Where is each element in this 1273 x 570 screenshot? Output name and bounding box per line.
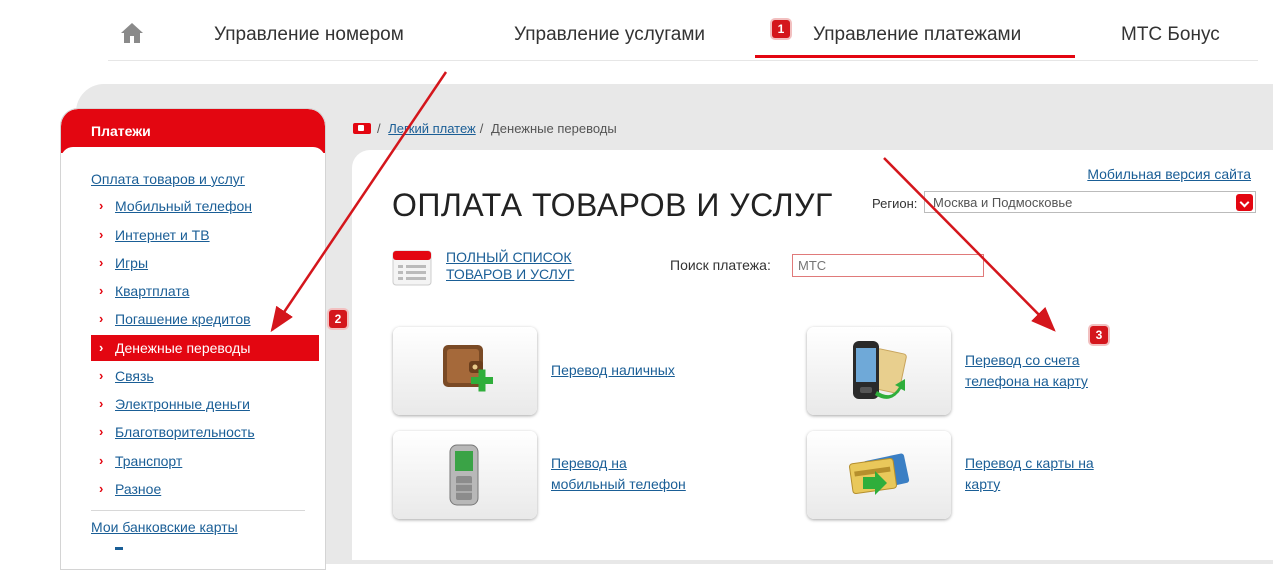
sidebar-next-item-fragment — [115, 547, 123, 550]
sidebar-item-internet-tv[interactable]: › Интернет и ТВ — [91, 222, 319, 248]
phone-to-card-icon — [853, 341, 907, 399]
mobile-version-link[interactable]: Мобильная версия сайта — [1087, 166, 1251, 182]
chevron-right-icon: › — [99, 396, 104, 411]
nav-services-management[interactable]: Управление услугами — [514, 24, 705, 46]
sidebar-item-misc[interactable]: › Разное — [91, 476, 319, 502]
sidebar-item-games[interactable]: › Игры — [91, 250, 319, 276]
main-panel: Мобильная версия сайта ОПЛАТА ТОВАРОВ И … — [352, 150, 1273, 560]
breadcrumb: / Легкий платеж / Денежные переводы — [353, 121, 617, 136]
sidebar-item-mobile[interactable]: › Мобильный телефон — [91, 193, 319, 219]
region-label: Регион: — [872, 196, 918, 211]
sidebar-divider — [91, 510, 305, 511]
step-badge-2: 2 — [329, 310, 347, 328]
nav-payments-management[interactable]: Управление платежами — [813, 24, 1021, 46]
link-cash-transfer[interactable]: Перевод наличных — [551, 360, 675, 381]
chevron-down-icon[interactable] — [1236, 194, 1253, 211]
region-select[interactable]: Москва и Подмосковье — [924, 191, 1256, 213]
sidebar-item-communication[interactable]: › Связь — [91, 363, 319, 389]
chevron-right-icon: › — [99, 311, 104, 326]
sidebar-item-money-transfers[interactable]: › Денежные переводы — [91, 335, 319, 361]
chevron-right-icon: › — [99, 368, 104, 383]
home-icon[interactable] — [120, 22, 144, 44]
chevron-right-icon: › — [99, 453, 104, 468]
chevron-right-icon: › — [99, 227, 104, 242]
chevron-right-icon: › — [99, 424, 104, 439]
link-phone-to-card[interactable]: Перевод со счета телефона на карту — [965, 350, 1088, 392]
page-title: ОПЛАТА ТОВАРОВ И УСЛУГ — [392, 187, 833, 223]
breadcrumb-current: Денежные переводы — [490, 121, 617, 136]
nav-number-management[interactable]: Управление номером — [214, 24, 404, 46]
top-nav: Управление номером Управление услугами У… — [108, 0, 1258, 61]
sidebar-item-transport[interactable]: › Транспорт — [91, 448, 319, 474]
chevron-right-icon: › — [99, 283, 104, 298]
wallet-plus-icon — [443, 345, 493, 392]
catalog-list-icon[interactable] — [392, 250, 432, 286]
tile-phone-to-card[interactable] — [807, 327, 951, 415]
full-catalog-link[interactable]: ПОЛНЫЙ СПИСОК ТОВАРОВ И УСЛУГ — [446, 249, 574, 283]
search-label: Поиск платежа: — [670, 257, 771, 273]
nav-mts-bonus[interactable]: МТС Бонус — [1121, 24, 1220, 46]
sidebar-category-goods-services[interactable]: Оплата товаров и услуг — [91, 171, 245, 187]
mts-home-icon[interactable] — [353, 123, 371, 134]
step-badge-1: 1 — [772, 20, 790, 38]
sidebar-item-e-money[interactable]: › Электронные деньги — [91, 391, 319, 417]
chevron-right-icon: › — [99, 340, 104, 355]
tile-card-to-card[interactable] — [807, 431, 951, 519]
tile-cash-transfer[interactable] — [393, 327, 537, 415]
nav-active-indicator — [755, 55, 1075, 58]
payment-search-input[interactable] — [792, 254, 984, 277]
step-badge-3: 3 — [1090, 326, 1108, 344]
chevron-right-icon: › — [99, 255, 104, 270]
chevron-right-icon: › — [99, 198, 104, 213]
chevron-right-icon: › — [99, 481, 104, 496]
sidebar: Платежи Оплата товаров и услуг › Мобильны… — [60, 108, 326, 570]
tile-to-mobile[interactable] — [393, 431, 537, 519]
sidebar-item-rent[interactable]: › Квартплата — [91, 278, 319, 304]
sidebar-item-charity[interactable]: › Благотворительность — [91, 419, 319, 445]
link-to-mobile[interactable]: Перевод на мобильный телефон — [551, 453, 686, 495]
sidebar-item-loans[interactable]: › Погашение кредитов — [91, 306, 319, 332]
phone-icon — [449, 444, 479, 506]
breadcrumb-easy-payment[interactable]: Легкий платеж — [388, 121, 475, 136]
link-card-to-card[interactable]: Перевод с карты на карту — [965, 453, 1094, 495]
sidebar-category-bank-cards[interactable]: Мои банковские карты — [91, 519, 238, 535]
card-to-card-icon — [849, 453, 910, 495]
